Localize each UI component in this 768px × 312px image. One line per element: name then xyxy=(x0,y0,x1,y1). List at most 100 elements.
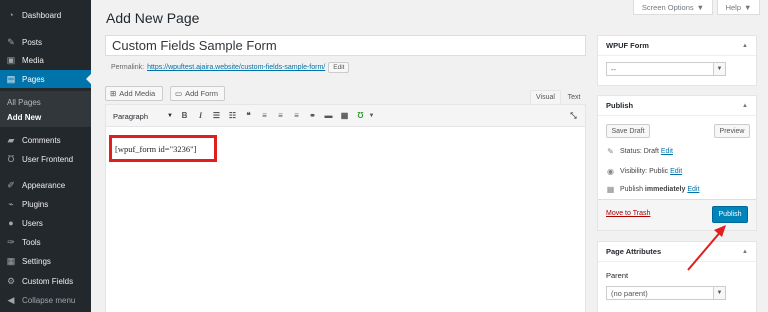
help-button[interactable]: Help ▼ xyxy=(717,0,760,15)
schedule-row: ▦ Publish immediately Edit xyxy=(606,185,700,194)
wpuf-form-select[interactable]: -- ▼ xyxy=(606,62,726,76)
fullscreen-icon[interactable]: ⤡ xyxy=(568,110,579,121)
sidebar-item-appearance[interactable]: ✐ Appearance xyxy=(0,176,91,194)
numbered-list-icon[interactable]: ☷ xyxy=(227,110,238,121)
media-icon: ▣ xyxy=(6,54,16,65)
admin-sidebar: ◔ Dashboard ✎ Posts ▣ Media ▤ Pages All … xyxy=(0,0,91,312)
status-value: Draft xyxy=(643,148,659,155)
schedule-value: immediately xyxy=(644,186,686,193)
caret-down-icon[interactable]: ▼ xyxy=(366,110,377,121)
sidebar-item-label: Custom Fields xyxy=(22,276,74,286)
sidebar-item-label: Users xyxy=(22,218,43,228)
sidebar-item-settings[interactable]: ▦ Settings xyxy=(0,252,91,270)
sidebar-item-label: Dashboard xyxy=(22,10,62,20)
page-title: Add New Page xyxy=(106,10,200,26)
parent-select-value: (no parent) xyxy=(611,288,648,298)
permalink-link[interactable]: https://wpuftest.ajaira.website/custom-f… xyxy=(147,64,325,71)
frontend-icon: Ʊ xyxy=(7,154,15,164)
format-select[interactable]: Paragraph ▼ xyxy=(110,109,176,123)
schedule-edit-link[interactable]: Edit xyxy=(687,186,699,193)
publish-header[interactable]: Publish ▲ xyxy=(598,96,756,116)
parent-label: Parent xyxy=(606,271,629,280)
collapse-toggle-icon[interactable]: ▲ xyxy=(742,249,748,255)
submenu-add-new[interactable]: Add New xyxy=(7,113,41,122)
post-title-input[interactable]: Custom Fields Sample Form xyxy=(105,35,586,56)
tab-visual[interactable]: Visual xyxy=(530,90,561,104)
pages-icon: ▤ xyxy=(6,73,16,84)
caret-down-icon: ▼ xyxy=(744,2,752,12)
sidebar-item-label: Settings xyxy=(22,256,51,266)
parent-select[interactable]: (no parent) ▼ xyxy=(606,286,726,300)
sidebar-item-label: Plugins xyxy=(22,199,49,209)
sidebar-item-media[interactable]: ▣ Media xyxy=(0,51,91,69)
permalink-edit-button[interactable]: Edit xyxy=(328,62,350,73)
save-draft-button[interactable]: Save Draft xyxy=(606,124,650,138)
align-left-icon[interactable]: ≡ xyxy=(259,110,270,121)
chevron-down-icon: ▼ xyxy=(713,287,725,299)
schedule-label: Publish xyxy=(620,186,643,193)
sidebar-item-label: Collapse menu xyxy=(22,295,76,305)
eye-icon: ◉ xyxy=(607,167,614,176)
sidebar-item-label: User Frontend xyxy=(22,154,74,164)
status-edit-link[interactable]: Edit xyxy=(661,148,673,155)
wpuf-form-header[interactable]: WPUF Form ▲ xyxy=(598,36,756,56)
link-icon[interactable]: ⚭ xyxy=(307,110,318,121)
editor-content: [wpuf_form id="3236"] xyxy=(115,143,197,154)
wpuf-icon[interactable]: Ʊ xyxy=(355,110,366,121)
add-media-button[interactable]: ⊞ Add Media xyxy=(105,86,163,101)
sidebar-item-posts[interactable]: ✎ Posts xyxy=(0,33,91,51)
dashboard-icon: ◔ xyxy=(8,10,14,20)
publish-title: Publish xyxy=(606,101,634,110)
visibility-row: ◉ Visibility: Public Edit xyxy=(606,167,682,176)
comment-icon: ▰ xyxy=(7,134,15,145)
content-editor[interactable]: Paragraph ▼ B I ☰ ☷ ❝ ≡ ≡ ≡ ⚭ ▬ ▦ Ʊ ▼ ⤡ … xyxy=(105,104,586,312)
sidebar-item-label: Appearance xyxy=(22,180,66,190)
help-label: Help xyxy=(725,2,741,12)
sidebar-item-label: Posts xyxy=(22,37,43,47)
permalink-row: Permalink: https://wpuftest.ajaira.websi… xyxy=(111,62,350,73)
sidebar-item-pages[interactable]: ▤ Pages xyxy=(0,70,91,88)
sidebar-item-label: Pages xyxy=(22,74,45,84)
sidebar-item-comments[interactable]: ▰ Comments xyxy=(0,131,91,149)
bold-icon[interactable]: B xyxy=(179,110,190,121)
toolbar-toggle-icon[interactable]: ▦ xyxy=(339,110,350,121)
submenu-all-pages[interactable]: All Pages xyxy=(7,98,41,107)
align-center-icon[interactable]: ≡ xyxy=(275,110,286,121)
pin-icon: ✎ xyxy=(607,147,614,156)
collapse-toggle-icon[interactable]: ▲ xyxy=(742,103,748,109)
read-more-icon[interactable]: ▬ xyxy=(323,110,334,121)
screen-options-button[interactable]: Screen Options ▼ xyxy=(633,0,713,15)
publish-box: Publish ▲ Save Draft Preview ✎ Status: D… xyxy=(597,95,757,231)
add-form-button[interactable]: ▭ Add Form xyxy=(170,86,225,101)
move-to-trash-link[interactable]: Move to Trash xyxy=(606,210,650,217)
status-row: ✎ Status: Draft Edit xyxy=(606,147,673,156)
collapse-menu-button[interactable]: ◀ Collapse menu xyxy=(0,291,91,309)
italic-icon[interactable]: I xyxy=(195,110,206,121)
blockquote-icon[interactable]: ❝ xyxy=(243,110,254,121)
wpuf-form-title: WPUF Form xyxy=(606,41,649,50)
caret-down-icon: ▼ xyxy=(167,113,173,119)
annotation-arrow xyxy=(687,225,726,271)
permalink-label: Permalink: xyxy=(111,64,145,71)
collapse-icon: ◀ xyxy=(7,294,15,305)
sidebar-item-users[interactable]: ● Users xyxy=(0,214,91,232)
sliders-icon: ▦ xyxy=(6,255,16,266)
tab-text[interactable]: Text xyxy=(563,90,585,104)
bullet-list-icon[interactable]: ☰ xyxy=(211,110,222,121)
sidebar-item-user-frontend[interactable]: Ʊ User Frontend xyxy=(0,150,91,168)
sidebar-item-dashboard[interactable]: ◔ Dashboard xyxy=(0,6,91,24)
sidebar-item-custom-fields[interactable]: ⚙ Custom Fields xyxy=(0,272,91,290)
preview-button[interactable]: Preview xyxy=(714,124,750,138)
sidebar-item-tools[interactable]: ✑ Tools xyxy=(0,233,91,251)
sidebar-item-label: Comments xyxy=(22,135,61,145)
collapse-toggle-icon[interactable]: ▲ xyxy=(742,43,748,49)
calendar-icon: ▦ xyxy=(606,185,615,194)
brush-icon: ✐ xyxy=(7,179,15,190)
screen-options-label: Screen Options xyxy=(641,2,694,12)
sidebar-item-plugins[interactable]: ⌁ Plugins xyxy=(0,195,91,213)
align-right-icon[interactable]: ≡ xyxy=(291,110,302,121)
visibility-edit-link[interactable]: Edit xyxy=(670,168,682,175)
wrench-icon: ✑ xyxy=(7,236,15,247)
editor-toolbar: Paragraph ▼ B I ☰ ☷ ❝ ≡ ≡ ≡ ⚭ ▬ ▦ Ʊ ▼ ⤡ xyxy=(106,105,585,127)
form-icon: ▭ xyxy=(175,89,183,98)
